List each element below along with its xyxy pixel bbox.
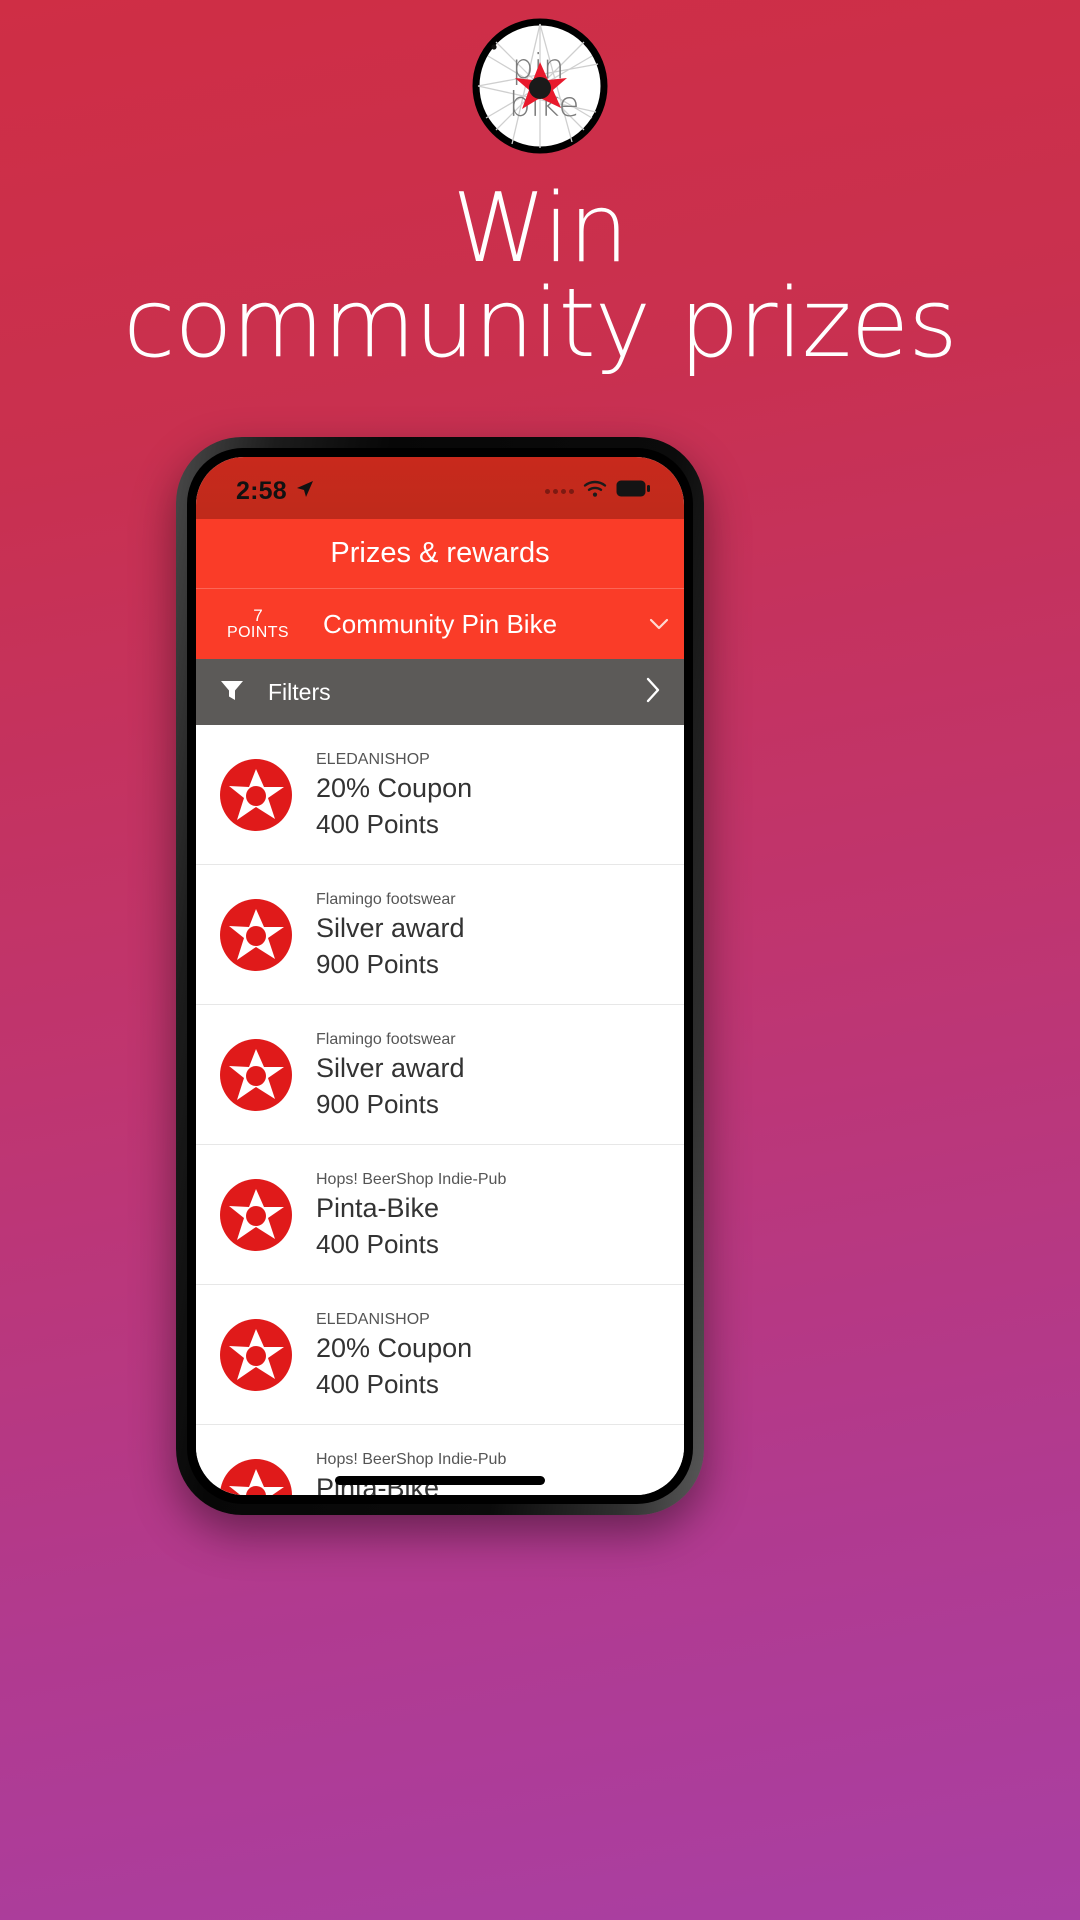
star-badge-icon: [218, 1457, 294, 1495]
reward-title: 20% Coupon: [316, 1333, 473, 1364]
funnel-icon: [218, 676, 246, 709]
headline-line-2: community prizes: [123, 269, 957, 380]
reward-points: 900 Points: [316, 1088, 439, 1119]
reward-title: Silver award: [316, 1053, 465, 1084]
shop-name: Flamingo footswear: [316, 1030, 456, 1048]
status-bar-left: 2:58: [236, 477, 315, 506]
star-badge-icon: [218, 897, 294, 973]
points-value: 7: [253, 605, 263, 625]
shop-name: Flamingo footswear: [316, 890, 456, 908]
reward-title: Pinta-Bike: [316, 1193, 440, 1224]
status-time: 2:58: [236, 476, 287, 505]
shop-name: Hops! BeerShop Indie-Pub: [316, 1170, 507, 1188]
shop-name: ELEDANISHOP: [316, 750, 430, 768]
star-badge-icon: [218, 1317, 294, 1393]
chevron-right-icon[interactable]: [642, 675, 664, 710]
list-item-text: ELEDANISHOP 20% Coupon 400 Points: [316, 1311, 472, 1399]
points-label: POINTS: [227, 623, 289, 641]
pin-bike-wheel-logo: pin bike: [472, 18, 608, 154]
battery-full-icon: [616, 480, 650, 502]
shop-name: Hops! BeerShop Indie-Pub: [316, 1450, 507, 1468]
list-item-text: ELEDANISHOP 20% Coupon 400 Points: [316, 751, 472, 839]
reward-points: 400 Points: [316, 1368, 439, 1399]
pin-bike-logo: pin bike: [472, 18, 608, 154]
list-item[interactable]: ELEDANISHOP 20% Coupon 400 Points: [196, 725, 684, 865]
shop-name: ELEDANISHOP: [316, 1310, 430, 1328]
status-bar: 2:58: [196, 457, 684, 519]
list-item[interactable]: Flamingo footswear Silver award 900 Poin…: [196, 865, 684, 1005]
home-indicator[interactable]: [335, 1476, 545, 1485]
headline-line-1: Win: [452, 174, 628, 284]
star-badge-icon: [218, 1177, 294, 1253]
app-bar: Prizes & rewards: [196, 519, 684, 589]
list-item-text: Flamingo footswear Silver award 900 Poin…: [316, 891, 465, 979]
status-bar-right: [545, 480, 650, 503]
star-badge-icon: [218, 757, 294, 833]
filters-label: Filters: [268, 678, 331, 705]
reward-points: 400 Points: [316, 1228, 439, 1259]
points-indicator: 7 POINTS: [212, 605, 304, 642]
list-item[interactable]: ELEDANISHOP 20% Coupon 400 Points: [196, 1285, 684, 1425]
chevron-down-icon[interactable]: [648, 613, 670, 635]
signal-dots-icon: [545, 488, 574, 494]
phone-screen: 2:58 Prizes & rewards 7 POINTS Community…: [196, 457, 684, 1495]
reward-title: 20% Coupon: [316, 773, 473, 804]
community-selector-bar[interactable]: 7 POINTS Community Pin Bike: [196, 589, 684, 659]
page-title: Prizes & rewards: [330, 537, 550, 569]
phone-bezel: 2:58 Prizes & rewards 7 POINTS Community…: [187, 448, 693, 1504]
list-item-text: Hops! BeerShop Indie-Pub Pinta-Bike 400 …: [316, 1171, 506, 1259]
star-badge-icon: [218, 1037, 294, 1113]
list-item[interactable]: Hops! BeerShop Indie-Pub Pinta-Bike 400 …: [196, 1145, 684, 1285]
list-item-text: Flamingo footswear Silver award 900 Poin…: [316, 1031, 465, 1119]
reward-points: 900 Points: [316, 948, 439, 979]
rewards-list[interactable]: ELEDANISHOP 20% Coupon 400 Points Flamin…: [196, 725, 684, 1495]
headline: Win community prizes: [0, 174, 1080, 380]
reward-points: 400 Points: [316, 808, 439, 839]
list-item[interactable]: Flamingo footswear Silver award 900 Poin…: [196, 1005, 684, 1145]
wifi-icon: [583, 480, 607, 503]
reward-title: Silver award: [316, 913, 465, 944]
phone-mockup: 2:58 Prizes & rewards 7 POINTS Community…: [176, 437, 704, 1515]
filters-bar[interactable]: Filters: [196, 659, 684, 725]
location-arrow-icon: [295, 479, 315, 504]
list-item-text: Hops! BeerShop Indie-Pub Pinta-Bike 400 …: [316, 1451, 506, 1495]
